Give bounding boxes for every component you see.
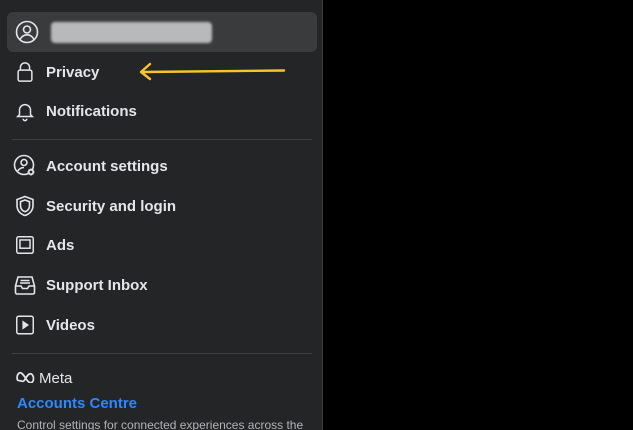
divider	[12, 139, 312, 140]
sidebar-item-label: Support Inbox	[46, 276, 148, 294]
user-gear-icon	[12, 153, 38, 179]
shield-icon	[12, 193, 38, 219]
sidebar-item-support-inbox[interactable]: Support Inbox	[7, 267, 317, 303]
sidebar-item-label: Notifications	[46, 102, 137, 120]
meta-logo: Meta	[16, 370, 72, 387]
lock-icon	[12, 59, 38, 85]
sidebar-item-security-and-login[interactable]: Security and login	[7, 188, 317, 224]
video-icon	[12, 312, 38, 338]
redacted-profile-name	[51, 22, 212, 43]
meta-logo-text: Meta	[39, 370, 73, 387]
sidebar-item-label: Ads	[46, 236, 75, 254]
ads-icon	[12, 232, 38, 258]
sidebar-item-label: Security and login	[46, 197, 177, 215]
user-circle-icon	[15, 20, 39, 44]
inbox-icon	[12, 272, 38, 298]
sidebar-item-notifications[interactable]: Notifications	[7, 93, 317, 129]
bell-icon	[12, 98, 38, 124]
accounts-centre-description: Control settings for connected experienc…	[17, 418, 304, 430]
divider	[12, 353, 312, 354]
accounts-centre-link[interactable]: Accounts Centre	[17, 395, 137, 412]
sidebar-item-videos[interactable]: Videos	[7, 307, 317, 343]
sidebar-item-account-settings[interactable]: Account settings	[7, 148, 317, 184]
main-content-area	[324, 0, 633, 430]
sidebar-item-ads[interactable]: Ads	[7, 227, 317, 263]
sidebar-item-label: Privacy	[46, 63, 100, 81]
settings-sidebar: Privacy Notifications Account settings S…	[0, 0, 323, 430]
sidebar-item-label: Account settings	[46, 157, 168, 175]
meta-infinity-icon	[16, 370, 36, 387]
profile-row[interactable]	[7, 12, 317, 52]
sidebar-item-label: Videos	[46, 316, 95, 334]
annotation-arrow	[138, 60, 288, 89]
